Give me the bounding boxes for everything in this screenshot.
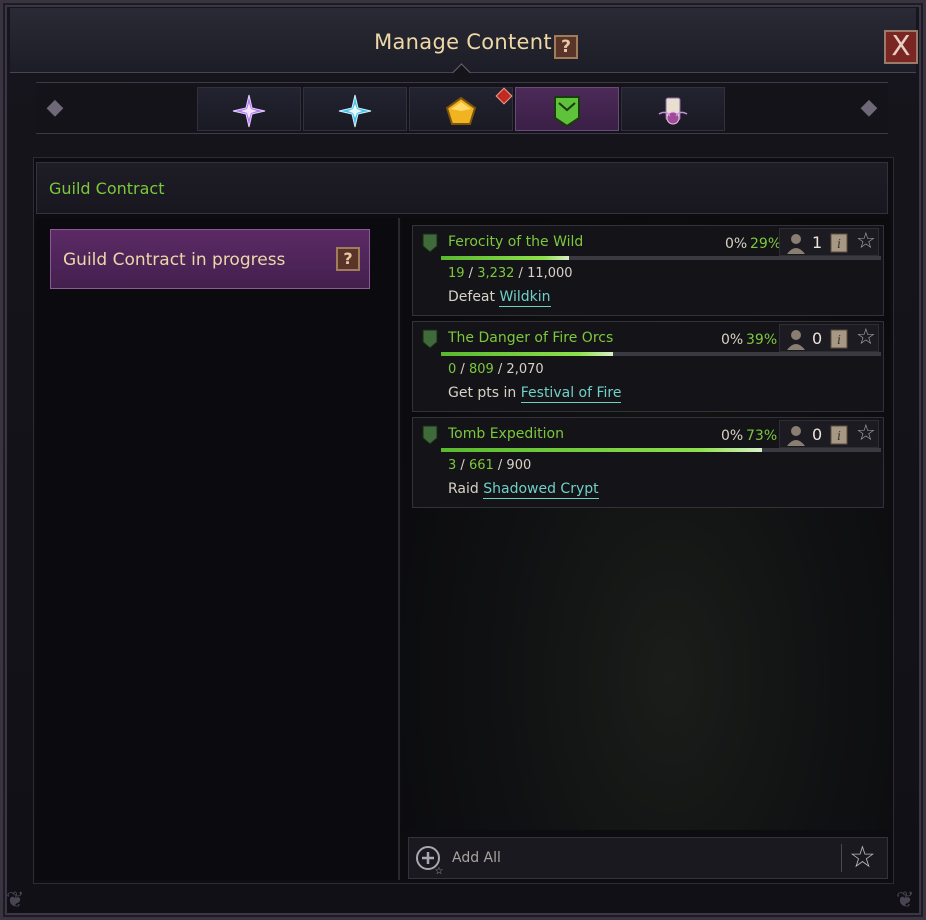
svg-text:i: i: [837, 333, 841, 347]
quest-mid: 3,232: [477, 266, 515, 281]
progress-button-label: Guild Contract in progress: [63, 250, 286, 270]
quest-base-percent: 0%: [721, 332, 744, 348]
quest-objective: Raid Shadowed Crypt: [448, 481, 599, 499]
person-icon[interactable]: [786, 424, 806, 446]
objective-link[interactable]: Festival of Fire: [520, 385, 622, 403]
quest-current: 19: [448, 266, 465, 281]
objective-link[interactable]: Wildkin: [499, 289, 551, 307]
svg-text:i: i: [837, 429, 841, 443]
quest-progress-fill: [441, 352, 613, 356]
quest-progress-percent: 29%: [750, 236, 782, 252]
quest-objective: Defeat Wildkin: [448, 289, 551, 307]
window-title: Manage Content: [374, 30, 552, 54]
add-all-label[interactable]: Add All: [452, 850, 501, 866]
objective-verb: Defeat: [448, 289, 496, 305]
quest-progress-bar: [441, 448, 881, 452]
objective-verb: Raid: [448, 481, 479, 497]
tab-blue-star[interactable]: [303, 87, 407, 131]
quest-current: 0: [448, 362, 457, 377]
quest-name: The Danger of Fire Orcs: [448, 330, 614, 346]
svg-text:☆: ☆: [435, 866, 444, 875]
favorite-star-icon[interactable]: ☆: [856, 326, 876, 350]
quest-mid: 809: [468, 362, 494, 377]
divider: [841, 844, 842, 872]
favorite-star-icon[interactable]: ☆: [856, 230, 876, 254]
quest-objective: Get pts in Festival of Fire: [448, 385, 622, 403]
svg-text:i: i: [837, 237, 841, 251]
quest-progress-percent: 73%: [746, 428, 778, 444]
quest-name: Ferocity of the Wild: [448, 234, 584, 250]
info-scroll-icon[interactable]: i: [828, 232, 850, 254]
quest-controls: 1 i ☆: [779, 228, 879, 256]
favorites-star-icon[interactable]: ☆: [849, 840, 876, 876]
guild-contract-progress-button[interactable]: Guild Contract in progress ?: [50, 229, 370, 289]
quest-progress-bar: [441, 352, 881, 356]
add-all-icon[interactable]: ☆: [415, 845, 445, 875]
objective-verb: Get pts in: [448, 385, 517, 401]
info-scroll-icon[interactable]: i: [828, 328, 850, 350]
section-header: Guild Contract: [36, 162, 888, 214]
left-pane: [36, 218, 400, 880]
quest-total: 900: [506, 458, 532, 473]
participant-count: 0: [812, 329, 823, 348]
title-bar: Manage Content ? X: [10, 8, 918, 73]
scroll-seal-icon: [658, 97, 688, 125]
quest-total: 2,070: [506, 362, 544, 377]
quest-counts: 3 / 661 / 900: [448, 458, 532, 473]
quest-card[interactable]: Ferocity of the Wild 0% 29% 1 i ☆ 19 / 3…: [412, 225, 884, 316]
tab-purple-star[interactable]: [197, 87, 301, 131]
corner-ornament-icon: ❦: [6, 888, 25, 913]
quest-name: Tomb Expedition: [448, 426, 564, 442]
blue-star-icon: [338, 94, 372, 128]
add-all-bar: ☆ Add All ☆: [408, 837, 888, 879]
help-icon[interactable]: ?: [336, 247, 360, 271]
quest-progress-bar: [441, 256, 881, 260]
help-icon[interactable]: ?: [554, 35, 578, 59]
gold-pentagon-icon: [445, 96, 477, 125]
tab-scroll-seal[interactable]: [621, 87, 725, 131]
quest-progress-fill: [441, 256, 569, 260]
objective-link[interactable]: Shadowed Crypt: [483, 481, 599, 499]
quest-counts: 0 / 809 / 2,070: [448, 362, 544, 377]
guild-shield-icon: [422, 329, 438, 349]
quest-total: 11,000: [527, 266, 573, 281]
favorite-star-icon[interactable]: ☆: [856, 422, 876, 446]
tab-strip: ◆ ◆: [36, 82, 888, 134]
quest-current: 3: [448, 458, 457, 473]
quest-controls: 0 i ☆: [779, 324, 879, 352]
quest-card[interactable]: The Danger of Fire Orcs 0% 39% 0 i ☆ 0 /…: [412, 321, 884, 412]
quest-base-percent: 0%: [721, 428, 744, 444]
guild-shield-icon: [422, 425, 438, 445]
quest-controls: 0 i ☆: [779, 420, 879, 448]
ornament-right-icon: ◆: [860, 95, 878, 120]
tab-guild-contract[interactable]: [515, 87, 619, 131]
guild-shield-icon: [554, 96, 580, 128]
quest-counts: 19 / 3,232 / 11,000: [448, 266, 573, 281]
quest-progress-percent: 39%: [746, 332, 778, 348]
quest-card[interactable]: Tomb Expedition 0% 73% 0 i ☆ 3 / 661 / 9…: [412, 417, 884, 508]
ornament-left-icon: ◆: [46, 95, 64, 120]
participant-count: 1: [812, 233, 823, 252]
close-button[interactable]: X: [884, 30, 918, 64]
purple-star-icon: [232, 94, 266, 128]
info-scroll-icon[interactable]: i: [828, 424, 850, 446]
participant-count: 0: [812, 425, 823, 444]
quest-mid: 661: [468, 458, 494, 473]
quest-progress-fill: [441, 448, 763, 452]
guild-shield-icon: [422, 233, 438, 253]
corner-ornament-icon: ❦: [896, 888, 915, 913]
quest-base-percent: 0%: [725, 236, 748, 252]
person-icon[interactable]: [786, 328, 806, 350]
section-title: Guild Contract: [49, 179, 165, 198]
person-icon[interactable]: [786, 232, 806, 254]
